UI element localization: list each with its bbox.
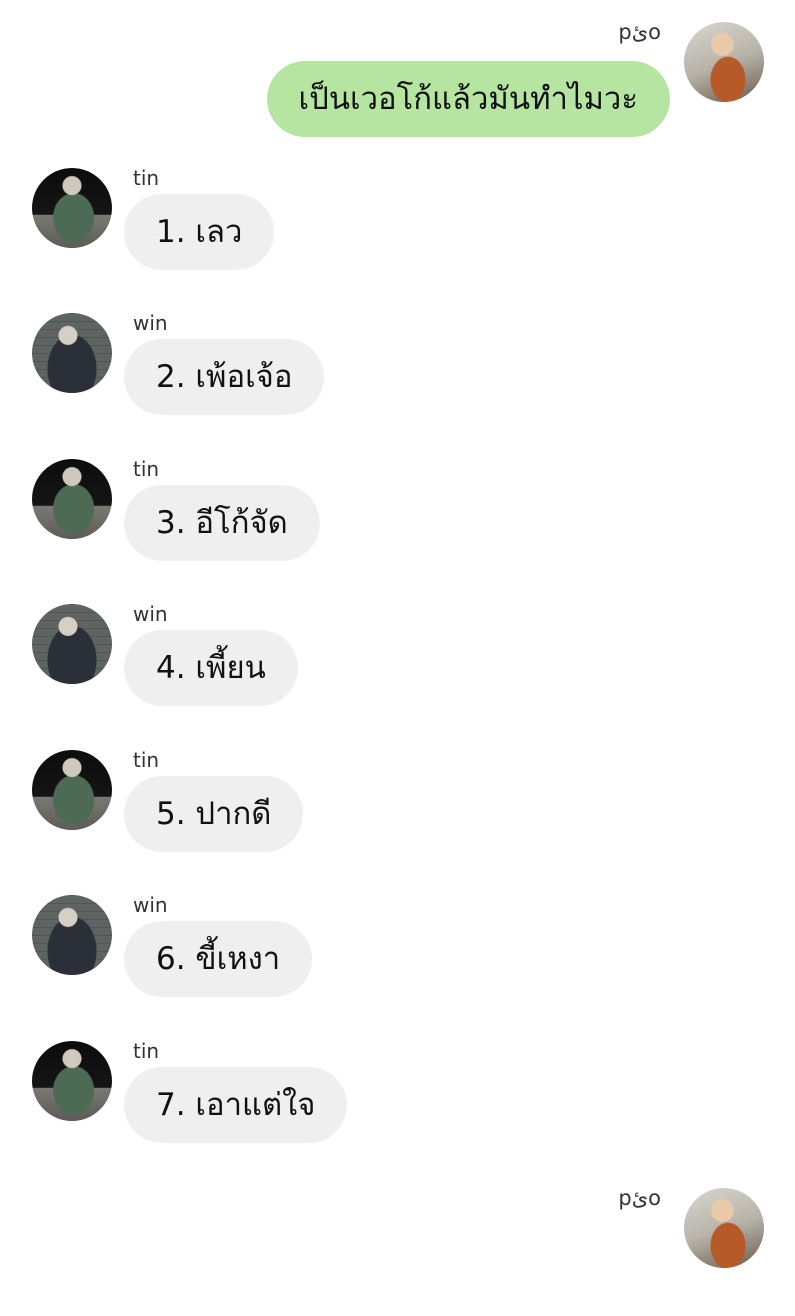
message-bubble[interactable]: 2. เพ้อเจ้อ [124,339,325,415]
avatar[interactable] [32,168,112,248]
chat-message-outgoing: pئo เป็นเวอโก้แล้วมันทำไมวะ [0,0,795,150]
avatar[interactable] [684,22,764,102]
message-bubble[interactable]: 6. ขี้เหงา [124,921,313,997]
avatar[interactable] [32,604,112,684]
avatar[interactable] [684,1188,764,1268]
avatar[interactable] [32,750,112,830]
message-bubble[interactable]: เป็นเวอโก้แล้วมันทำไมวะ [266,61,670,137]
avatar[interactable] [32,1041,112,1121]
chat-message-incoming: win 6. ขี้เหงา [0,875,795,1015]
message-bubble[interactable]: 1. เลว [124,194,275,270]
sender-name: pئo [618,20,661,44]
avatar[interactable] [32,459,112,539]
message-bubble[interactable]: 5. ปากดี [124,776,304,852]
chat-message-outgoing: pئo [0,1166,795,1316]
chat-message-incoming: tin 5. ปากดี [0,730,795,870]
avatar[interactable] [32,313,112,393]
chat-message-incoming: win 2. เพ้อเจ้อ [0,293,795,433]
sender-name: tin [133,166,160,190]
sender-name: win [133,602,168,626]
message-bubble[interactable]: 7. เอาแต่ใจ [124,1067,348,1143]
chat-message-incoming: tin 1. เลว [0,148,795,288]
sender-name: pئo [618,1186,661,1210]
message-bubble[interactable]: 3. อีโก้จัด [124,485,320,561]
chat-message-incoming: win 4. เพี้ยน [0,584,795,724]
sender-name: tin [133,1039,160,1063]
sender-name: tin [133,457,160,481]
chat-message-incoming: tin 3. อีโก้จัด [0,439,795,579]
sender-name: win [133,893,168,917]
message-bubble[interactable]: 4. เพี้ยน [124,630,298,706]
sender-name: tin [133,748,160,772]
avatar[interactable] [32,895,112,975]
chat-message-incoming: tin 7. เอาแต่ใจ [0,1021,795,1161]
sender-name: win [133,311,168,335]
